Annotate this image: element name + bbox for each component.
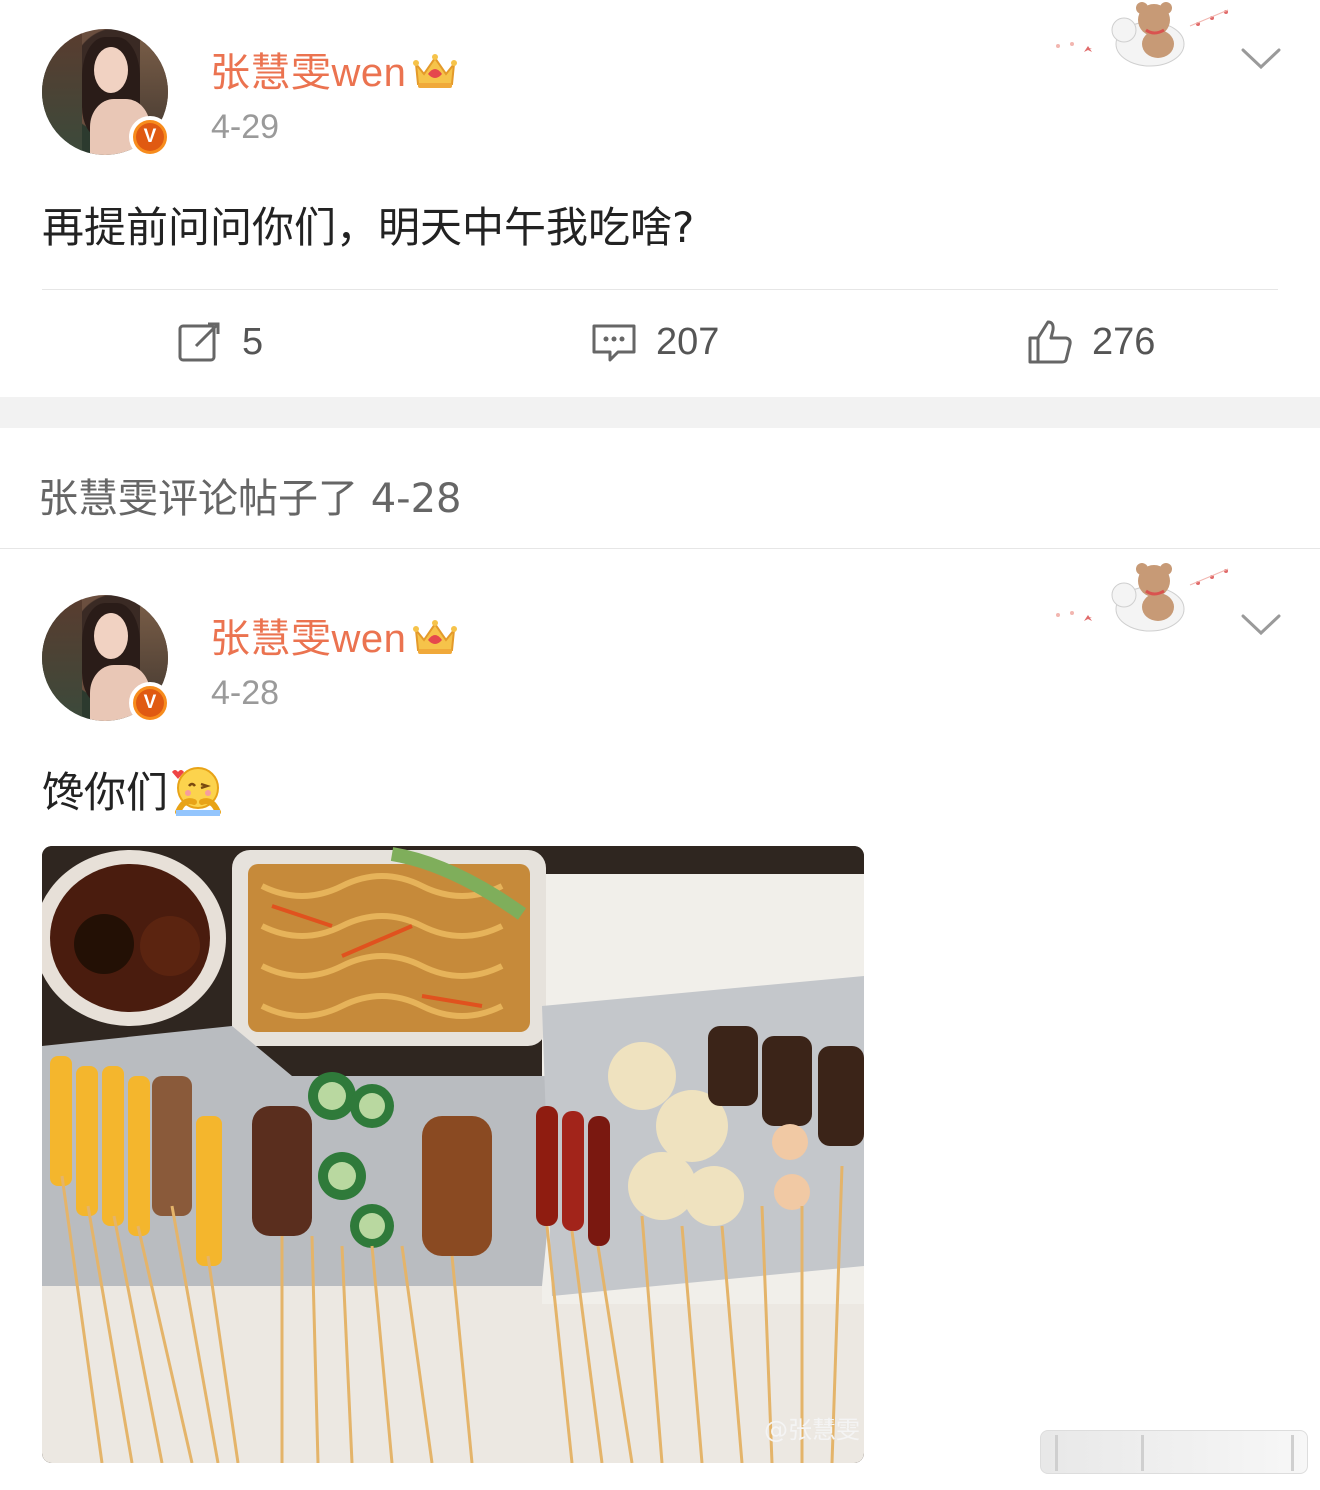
like-count: 276	[1092, 320, 1156, 363]
divider	[42, 289, 1278, 290]
comment-icon	[592, 324, 636, 362]
post-card-2: V 张慧雯wen 4-28 馋你们 @张慧雯	[0, 549, 1320, 1490]
verified-badge-icon: V	[129, 116, 171, 158]
section-gap	[0, 397, 1320, 428]
comment-activity-header[interactable]: 张慧雯评论帖子了 4-28	[0, 428, 1320, 549]
username[interactable]: 张慧雯wen	[210, 606, 458, 664]
like-button[interactable]: 276	[1026, 312, 1155, 372]
post-date: 4-29	[211, 108, 280, 146]
food-photo[interactable]: @张慧雯	[42, 846, 864, 1463]
bear-sticker-icon	[1056, 563, 1229, 632]
repost-count: 5	[242, 320, 264, 363]
crown-icon	[413, 54, 458, 88]
post-date: 4-28	[211, 674, 280, 712]
comment-activity-text: 张慧雯评论帖子了 4-28	[38, 476, 462, 522]
verified-badge-icon: V	[129, 682, 171, 724]
bear-sticker-icon	[1056, 2, 1229, 67]
action-bar: 5 207 276	[0, 312, 1320, 372]
post-text-content: 馋你们	[42, 768, 169, 817]
chevron-down-icon[interactable]	[1240, 612, 1282, 638]
crown-icon	[413, 620, 458, 654]
image-watermark: @张慧雯	[764, 1416, 860, 1444]
comment-count: 207	[656, 320, 720, 363]
username-text: 张慧雯wen	[210, 617, 407, 661]
comment-button[interactable]: 207	[590, 312, 719, 372]
repost-icon	[178, 322, 220, 362]
username-text: 张慧雯wen	[210, 51, 407, 95]
scrollbar[interactable]	[1040, 1430, 1308, 1474]
post-text: 馋你们	[42, 759, 226, 820]
chevron-down-icon[interactable]	[1240, 46, 1282, 72]
hug-emoji-icon	[172, 766, 222, 816]
post-text: 再提前问问你们，明天中午我吃啥?	[42, 203, 695, 252]
skewers-image	[42, 846, 864, 1463]
username[interactable]: 张慧雯wen	[210, 40, 458, 98]
like-icon	[1028, 320, 1072, 364]
post-card-1: V 张慧雯wen 4-29 再提前问问你们，明天中午我吃啥? 5 207 276	[0, 0, 1320, 397]
repost-button[interactable]: 5	[176, 312, 263, 372]
